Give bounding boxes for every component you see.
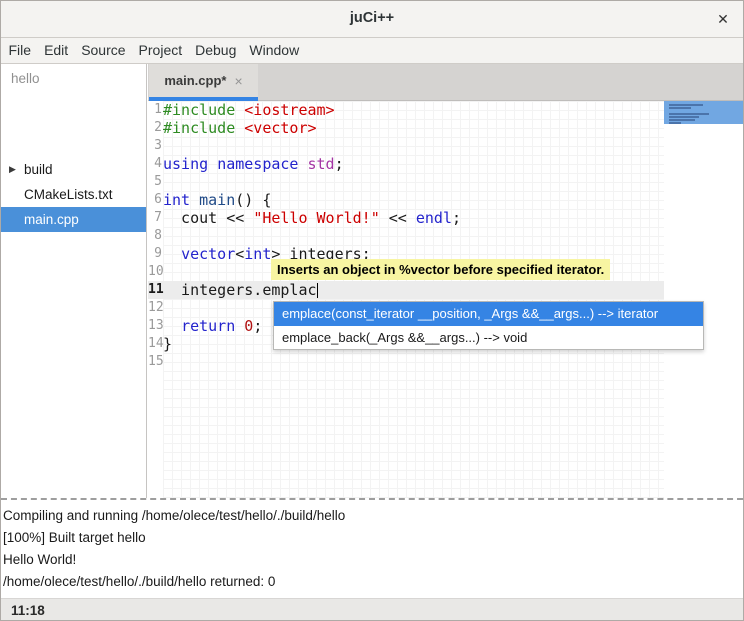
menu-item-source[interactable]: Source — [75, 38, 132, 63]
output-line: Hello World! — [3, 549, 743, 571]
code-line[interactable]: #include <iostream> — [163, 101, 664, 119]
code-line[interactable]: using namespace std; — [163, 155, 664, 173]
output-line: [100%] Built target hello — [3, 527, 743, 549]
completion-item[interactable]: emplace(const_iterator __position, _Args… — [274, 302, 703, 326]
line-number: 9 — [148, 245, 162, 263]
output-line: /home/olece/test/hello/./build/hello ret… — [3, 571, 743, 593]
code-line[interactable]: integers.emplac — [163, 281, 664, 299]
file-tree-sidebar[interactable]: hello ▶ build CMakeLists.txt main.cpp — [1, 64, 147, 498]
minimap-code-bar — [669, 107, 691, 109]
completion-popup: emplace(const_iterator __position, _Args… — [273, 301, 704, 350]
code-line[interactable]: int main() { — [163, 191, 664, 209]
minimap-code-bar — [669, 104, 703, 106]
line-number: 10 — [148, 263, 162, 281]
line-number: 4 — [148, 155, 162, 173]
title-bar: juCi++ ✕ — [1, 1, 743, 38]
line-number: 11 — [148, 281, 162, 299]
output-panel[interactable]: Compiling and running /home/olece/test/h… — [1, 501, 743, 598]
menu-item-window[interactable]: Window — [243, 38, 306, 63]
menu-item-edit[interactable]: Edit — [38, 38, 75, 63]
line-number: 1 — [148, 101, 162, 119]
code-line[interactable] — [163, 173, 664, 191]
line-number: 15 — [148, 353, 162, 371]
sidebar-item-label: CMakeLists.txt — [24, 187, 113, 202]
code-line[interactable] — [163, 137, 664, 155]
app-window: juCi++ ✕ FileEditSourceProjectDebugWindo… — [0, 0, 744, 621]
sidebar-item-build[interactable]: ▶ build — [1, 157, 146, 182]
window-title: juCi++ — [1, 10, 743, 26]
line-number: 13 — [148, 317, 162, 335]
sidebar-item-label: main.cpp — [24, 212, 79, 227]
line-number: 12 — [148, 299, 162, 317]
sidebar-item-cmakelists-txt[interactable]: CMakeLists.txt — [1, 182, 146, 207]
line-number: 14 — [148, 335, 162, 353]
minimap-code-bar — [669, 113, 709, 115]
menu-item-project[interactable]: Project — [132, 38, 189, 63]
tab-label: main.cpp* — [164, 73, 226, 88]
line-number: 8 — [148, 227, 162, 245]
line-number: 2 — [148, 119, 162, 137]
line-number: 6 — [148, 191, 162, 209]
code-line[interactable] — [163, 227, 664, 245]
output-line: Compiling and running /home/olece/test/h… — [3, 505, 743, 527]
project-name: hello — [1, 67, 146, 91]
status-bar: 11:18 — [1, 598, 743, 621]
code-editor[interactable]: 123456789101112131415 #include <iostream… — [148, 101, 744, 498]
line-number: 7 — [148, 209, 162, 227]
line-number: 5 — [148, 173, 162, 191]
expander-icon[interactable]: ▶ — [9, 157, 16, 182]
code-line[interactable]: cout << "Hello World!" << endl; — [163, 209, 664, 227]
code-line[interactable]: #include <vector> — [163, 119, 664, 137]
code-line[interactable] — [163, 353, 664, 371]
tab-main-cpp[interactable]: main.cpp* × — [149, 64, 258, 97]
tab-close-icon[interactable]: × — [234, 73, 242, 89]
text-cursor — [317, 283, 318, 298]
menu-item-debug[interactable]: Debug — [189, 38, 243, 63]
line-number: 3 — [148, 137, 162, 155]
tab-bar: main.cpp* × — [148, 64, 744, 101]
minimap-code-bar — [669, 119, 695, 121]
menu-item-file[interactable]: File — [2, 38, 38, 63]
minimap-code-bar — [669, 122, 681, 124]
close-icon[interactable]: ✕ — [714, 10, 732, 28]
sidebar-item-main-cpp[interactable]: main.cpp — [1, 207, 146, 232]
doc-tooltip: Inserts an object in %vector before spec… — [271, 259, 610, 280]
minimap-slider[interactable] — [664, 101, 744, 124]
status-time: 11:18 — [11, 599, 45, 621]
minimap-code-bar — [669, 116, 699, 118]
sidebar-item-label: build — [24, 162, 53, 177]
completion-item[interactable]: emplace_back(_Args &&__args...) --> void — [274, 326, 703, 350]
menu-bar: FileEditSourceProjectDebugWindow — [1, 38, 743, 64]
